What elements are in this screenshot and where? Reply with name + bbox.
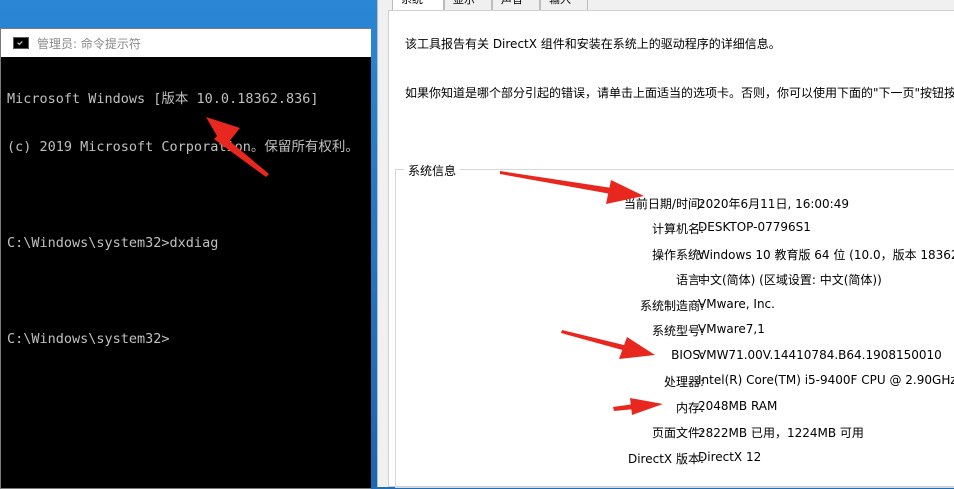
info-row-memory: 内存: 2048MB RAM <box>378 399 954 417</box>
tool-description: 该工具报告有关 DirectX 组件和安装在系统上的驱动程序的详细信息。 <box>405 37 781 51</box>
info-value: Windows 10 教育版 64 位 (10.0，版本 18362) <box>698 248 954 262</box>
cmd-output[interactable]: Microsoft Windows [版本 10.0.18362.836] (c… <box>7 59 371 379</box>
info-row-processor: 处理器: Intel(R) Core(TM) i5-9400F CPU @ 2.… <box>378 373 954 391</box>
cmd-line: (c) 2019 Microsoft Corporation。保留所有权利。 <box>7 139 359 155</box>
cmd-prompt-line[interactable]: C:\Windows\system32> <box>7 331 371 347</box>
console-icon <box>13 37 29 49</box>
info-value: 2822MB 已用，1224MB 可用 <box>698 426 864 440</box>
info-value: 2020年6月11日, 16:00:49 <box>698 197 849 211</box>
info-row-os: 操作系统: Windows 10 教育版 64 位 (10.0，版本 18362… <box>378 246 954 264</box>
info-value: 中文(简体) (区域设置: 中文(简体)) <box>698 273 882 287</box>
info-row-directx-version: DirectX 版本: DirectX 12 <box>378 450 954 468</box>
info-row-manufacturer: 系统制造商: VMware, Inc. <box>378 297 954 315</box>
info-row-language: 语言: 中文(简体) (区域设置: 中文(简体)) <box>378 271 954 289</box>
info-value: DirectX 12 <box>698 450 762 464</box>
cmd-window-title: 管理员: 命令提示符 <box>37 36 141 51</box>
cmd-line: C:\Windows\system32>dxdiag <box>7 235 219 251</box>
info-row-page-file: 页面文件: 2822MB 已用，1224MB 可用 <box>378 424 954 442</box>
info-value: DESKTOP-07796S1 <box>698 220 811 234</box>
cmd-window[interactable]: 管理员: 命令提示符 Microsoft Windows [版本 10.0.18… <box>0 28 371 489</box>
info-label: DirectX 版本: <box>627 452 704 466</box>
info-value: Intel(R) Core(TM) i5-9400F CPU @ 2.90GHz <box>698 373 954 387</box>
info-row-computer-name: 计算机名: DESKTOP-07796S1 <box>378 220 954 238</box>
dxdiag-window[interactable]: 系统 显示 声音 输入 该工具报告有关 DirectX 组件和安装在系统上的驱动… <box>377 0 954 488</box>
info-row-bios: BIOS: VMW71.00V.14410784.B64.1908150010 <box>378 348 954 366</box>
cmd-line: Microsoft Windows [版本 10.0.18362.836] <box>7 91 319 107</box>
info-row-datetime: 当前日期/时间: 2020年6月11日, 16:00:49 <box>378 195 954 213</box>
info-label: 系统制造商: <box>639 299 704 313</box>
info-label: 计算机名: <box>651 222 704 236</box>
info-label: 当前日期/时间: <box>623 197 704 211</box>
dxdiag-tabs: 系统 显示 声音 输入 <box>392 0 588 11</box>
info-row-model: 系统型号: VMware7,1 <box>378 322 954 340</box>
tool-instructions: 如果你知道是哪个部分引起的错误，请单击上面适当的选项卡。否则，你可以使用下面的"… <box>405 86 954 100</box>
info-value: VMware7,1 <box>698 322 765 336</box>
cmd-line <box>7 187 371 203</box>
info-label: 页面文件: <box>651 426 704 440</box>
cmd-titlebar[interactable]: 管理员: 命令提示符 <box>1 29 371 57</box>
info-value: VMware, Inc. <box>698 297 775 311</box>
info-label: 系统型号: <box>651 324 704 338</box>
system-info-group-title: 系统信息 <box>404 162 461 179</box>
cmd-line <box>7 283 371 299</box>
info-label: 操作系统: <box>651 248 704 262</box>
info-value: VMW71.00V.14410784.B64.1908150010 <box>698 348 942 362</box>
info-value: 2048MB RAM <box>698 399 778 413</box>
